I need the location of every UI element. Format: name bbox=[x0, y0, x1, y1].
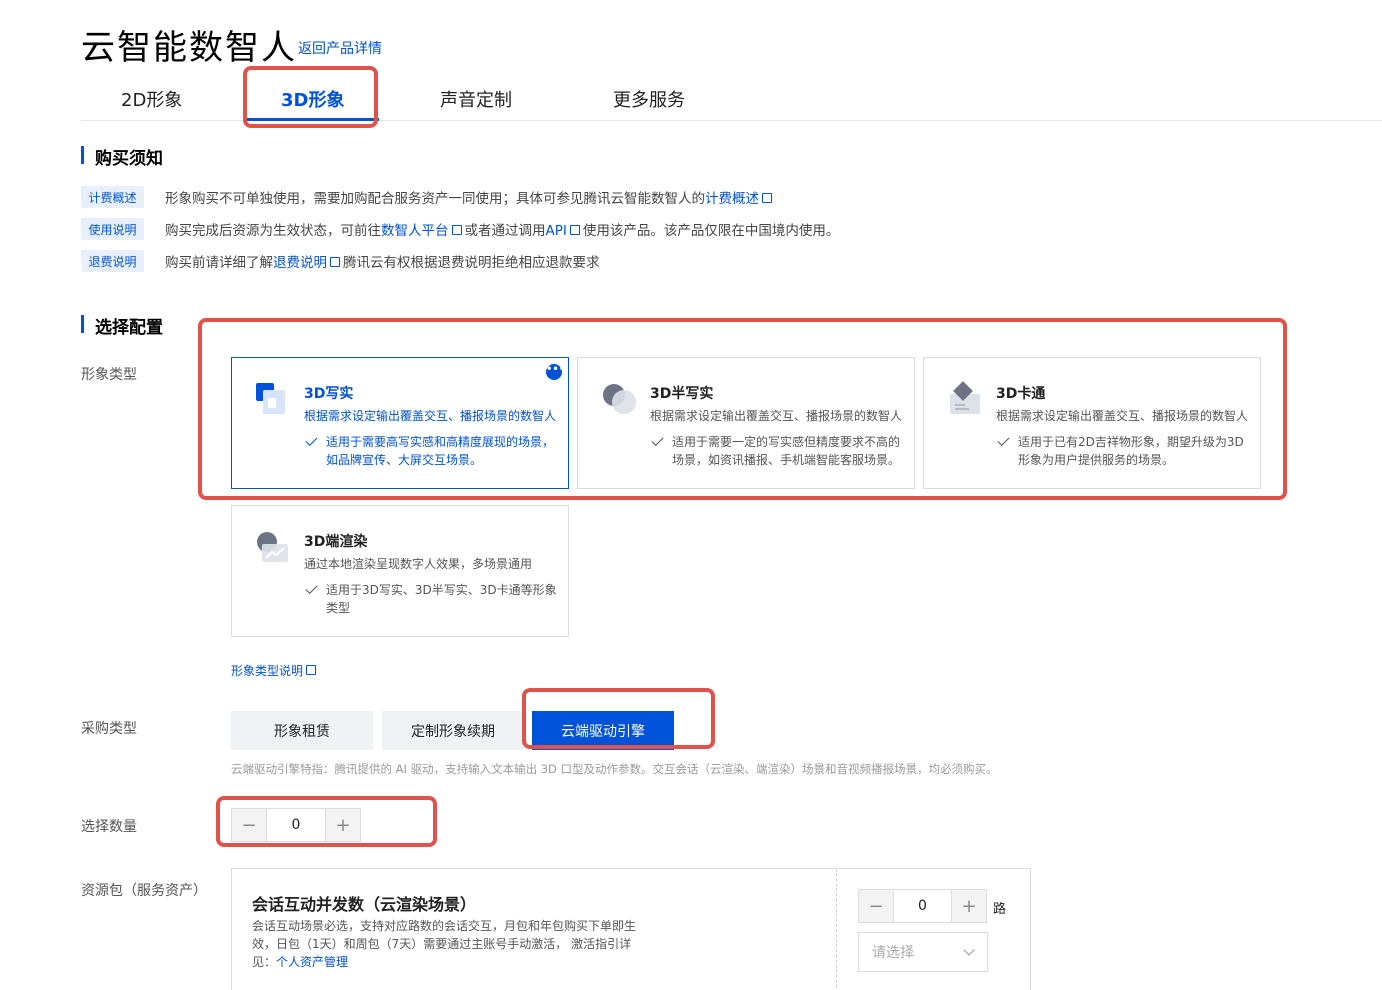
notice-text-part: 购买完成后资源为生效状态，可前往 bbox=[165, 223, 381, 239]
card-feature-text: 适用于需要一定的写实感但精度要求不高的场景，如资讯播报、手机端智能客服场景。 bbox=[672, 435, 901, 467]
plus-button[interactable]: + bbox=[952, 890, 986, 922]
platform-link[interactable]: 数智人平台 bbox=[381, 223, 449, 239]
card-feature: 适用于需要一定的写实感但精度要求不高的场景，如资讯播报、手机端智能客服场景。 bbox=[650, 433, 906, 469]
image-type-card-3d-edge-render[interactable]: 3D端渲染 通过本地渲染呈现数字人效果，多场景通用 适用于3D写实、3D半写实、… bbox=[231, 505, 569, 637]
check-icon bbox=[305, 433, 318, 447]
card-description: 通过本地渲染呈现数字人效果，多场景通用 bbox=[304, 557, 533, 571]
image-type-card-3d-semi-realistic[interactable]: 3D半写实 根据需求设定输出覆盖交互、播报场景的数智人 适用于需要一定的写实感但… bbox=[577, 357, 915, 489]
notice-text: 形象购买不可单独使用，需要加购配合服务资产一同使用；具体可参见腾讯云智能数智人的… bbox=[165, 187, 775, 207]
card-title: 3D端渲染 bbox=[304, 534, 368, 550]
resource-title: 会话互动并发数（云渲染场景） bbox=[252, 895, 477, 914]
card-feature-text: 适用于需要高写实感和高精度展现的场景，如品牌宣传、大屏交互场景。 bbox=[326, 435, 555, 467]
refund-policy-link[interactable]: 退费说明 bbox=[273, 255, 327, 271]
external-link-icon bbox=[762, 193, 772, 203]
chevron-down-icon bbox=[963, 944, 975, 956]
notice-text-part: 腾讯云有权根据退费说明拒绝相应退款要求 bbox=[343, 255, 600, 271]
external-link-icon bbox=[451, 225, 462, 235]
active-tab-indicator bbox=[243, 118, 379, 121]
quantity-label: 选择数量 bbox=[81, 819, 137, 835]
cartoon-3d-icon bbox=[950, 381, 980, 414]
notice-tag: 计费概述 bbox=[81, 186, 144, 208]
more-options-icon[interactable]: ••• bbox=[546, 364, 565, 380]
purchase-type-cloud-engine[interactable]: 云端驱动引擎 bbox=[532, 711, 674, 750]
notice-text: 购买完成后资源为生效状态，可前往数智人平台 或者通过调用API 使用该产品。该产品仅… bbox=[165, 219, 839, 239]
unit-label: 路 bbox=[993, 902, 1007, 917]
billing-overview-link[interactable]: 计费概述 bbox=[705, 191, 759, 207]
semi-realistic-3d-icon bbox=[603, 384, 636, 414]
notice-text: 购买前请详细了解退费说明 腾讯云有权根据退费说明拒绝相应退款要求 bbox=[165, 251, 600, 271]
purchase-type-rental[interactable]: 形象租赁 bbox=[231, 711, 373, 750]
external-link-icon bbox=[330, 257, 340, 267]
external-link-icon bbox=[569, 225, 580, 235]
notice-tag: 使用说明 bbox=[81, 218, 144, 240]
image-type-card-3d-realistic[interactable]: 3D写实 根据需求设定输出覆盖交互、播报场景的数智人 适用于需要高写实感和高精度… bbox=[231, 357, 569, 489]
card-title: 3D卡通 bbox=[996, 386, 1046, 402]
notice-tag: 退费说明 bbox=[81, 250, 144, 272]
minus-button[interactable]: − bbox=[859, 890, 893, 922]
quantity-value[interactable]: 0 bbox=[266, 809, 326, 841]
check-icon bbox=[305, 581, 318, 595]
tab-voice-custom[interactable]: 声音定制 bbox=[440, 86, 512, 112]
notice-text-part: 使用该产品。该产品仅限在中国境内使用。 bbox=[582, 223, 840, 239]
card-title: 3D半写实 bbox=[650, 386, 714, 402]
image-type-card-3d-cartoon[interactable]: 3D卡通 根据需求设定输出覆盖交互、播报场景的数智人 适用于已有2D吉祥物形象，… bbox=[923, 357, 1261, 489]
card-description: 根据需求设定输出覆盖交互、播报场景的数智人 bbox=[996, 409, 1249, 423]
image-type-label: 形象类型 bbox=[81, 367, 137, 383]
resource-quantity-value[interactable]: 0 bbox=[893, 890, 952, 922]
card-feature: 适用于已有2D吉祥物形象，期望升级为3D形象为用户提供服务的场景。 bbox=[996, 433, 1252, 469]
card-feature-text: 适用于3D写实、3D半写实、3D卡通等形象类型 bbox=[326, 583, 557, 615]
asset-management-link[interactable]: 个人资产管理 bbox=[276, 955, 348, 969]
package-select[interactable]: 请选择 bbox=[858, 932, 988, 972]
notice-text-part: 形象购买不可单独使用，需要加购配合服务资产一同使用；具体可参见腾讯云智能数智人的 bbox=[165, 191, 705, 207]
card-feature: 适用于3D写实、3D半写实、3D卡通等形象类型 bbox=[304, 581, 560, 617]
card-feature-text: 适用于已有2D吉祥物形象，期望升级为3D形象为用户提供服务的场景。 bbox=[1018, 435, 1244, 467]
card-description: 根据需求设定输出覆盖交互、播报场景的数智人 bbox=[304, 409, 557, 423]
card-description: 根据需求设定输出覆盖交互、播报场景的数智人 bbox=[650, 409, 903, 423]
tab-3d-image[interactable]: 3D形象 bbox=[281, 86, 344, 112]
realistic-3d-icon bbox=[256, 383, 285, 414]
check-icon bbox=[651, 433, 664, 447]
plus-button[interactable]: + bbox=[326, 809, 360, 841]
image-type-help-link[interactable]: 形象类型说明 bbox=[231, 662, 319, 679]
purchase-type-hint: 云端驱动引擎特指：腾讯提供的 AI 驱动，支持输入文本输出 3D 口型及动作参数… bbox=[231, 762, 998, 776]
check-icon bbox=[997, 433, 1010, 447]
resource-package-label: 资源包（服务资产） bbox=[81, 883, 207, 899]
card-title: 3D写实 bbox=[304, 386, 354, 402]
notice-row-usage: 使用说明 购买完成后资源为生效状态，可前往数智人平台 或者通过调用API 使用该产品… bbox=[81, 218, 839, 240]
external-link-icon bbox=[306, 665, 317, 675]
notice-text-part: 购买前请详细了解 bbox=[165, 255, 273, 271]
page-title: 云智能数智人 bbox=[81, 28, 297, 68]
notice-row-refund: 退费说明 购买前请详细了解退费说明 腾讯云有权根据退费说明拒绝相应退款要求 bbox=[81, 250, 600, 272]
resource-quantity-stepper[interactable]: − 0 + bbox=[858, 889, 987, 923]
minus-button[interactable]: − bbox=[232, 809, 266, 841]
purchase-type-renewal[interactable]: 定制形象续期 bbox=[382, 711, 524, 750]
api-link[interactable]: API bbox=[546, 223, 567, 239]
resource-description: 会话互动场景必选，支持对应路数的会话交互，月包和年包购买下单即生效，日包（1天）… bbox=[252, 917, 647, 971]
notice-row-billing: 计费概述 形象购买不可单独使用，需要加购配合服务资产一同使用；具体可参见腾讯云智… bbox=[81, 186, 775, 208]
select-placeholder: 请选择 bbox=[872, 945, 914, 961]
section-title-notice: 购买须知 bbox=[81, 144, 163, 169]
quantity-stepper[interactable]: − 0 + bbox=[231, 808, 361, 842]
back-to-product-link[interactable]: 返回产品详情 bbox=[298, 38, 382, 58]
tab-more-services[interactable]: 更多服务 bbox=[613, 86, 685, 112]
notice-text-part: 或者通过调用 bbox=[464, 223, 546, 239]
section-title-config: 选择配置 bbox=[81, 313, 163, 338]
card-feature: 适用于需要高写实感和高精度展现的场景，如品牌宣传、大屏交互场景。 bbox=[304, 433, 560, 469]
image-type-help-text[interactable]: 形象类型说明 bbox=[231, 664, 303, 678]
purchase-type-label: 采购类型 bbox=[81, 721, 137, 737]
edge-render-3d-icon bbox=[257, 532, 288, 562]
tab-2d-image[interactable]: 2D形象 bbox=[121, 86, 182, 112]
